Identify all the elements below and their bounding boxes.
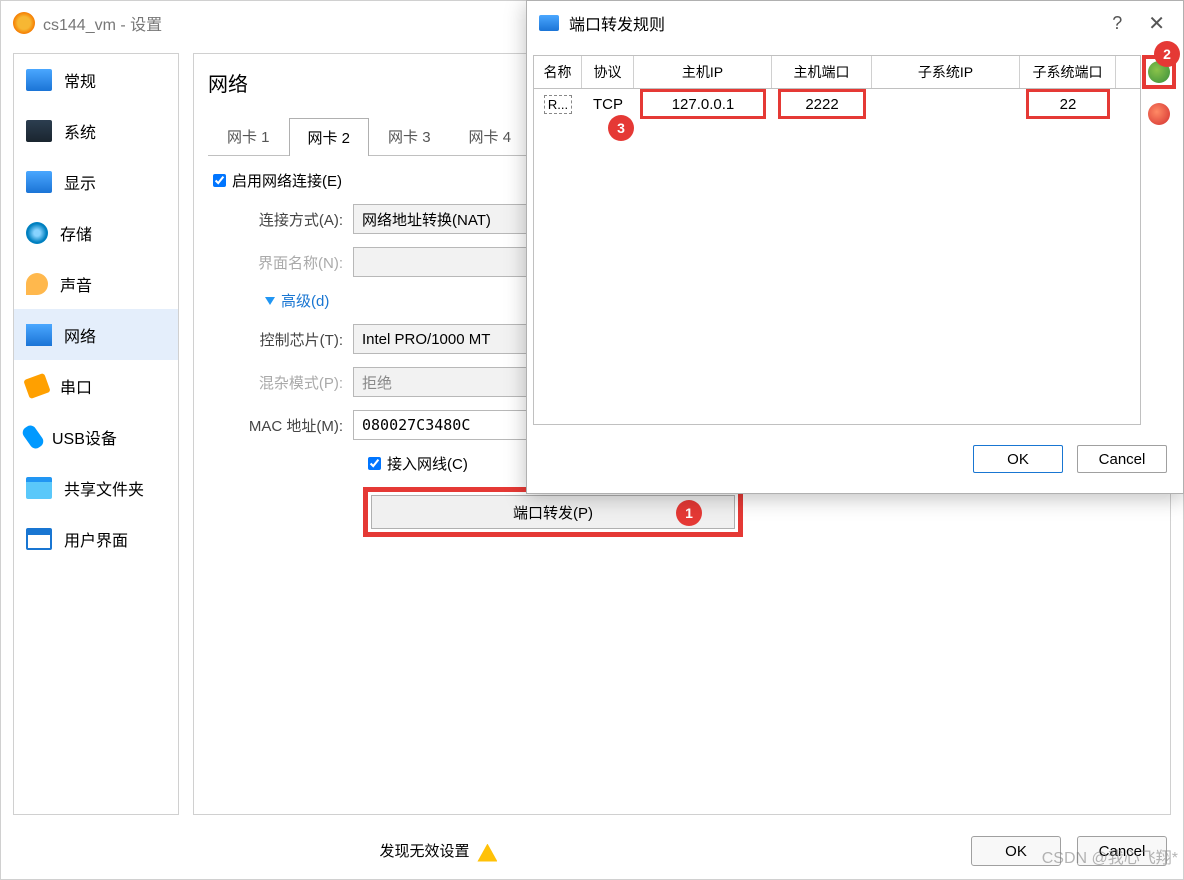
folder-icon — [26, 477, 52, 499]
sidebar-item-label: 存储 — [60, 221, 92, 245]
sidebar-item-network[interactable]: 网络 — [14, 309, 178, 360]
sidebar-item-label: 共享文件夹 — [64, 476, 144, 500]
window-title: cs144_vm - 设置 — [43, 11, 162, 35]
main-footer: 发现无效设置 OK Cancel — [1, 823, 1183, 879]
promisc-select: 拒绝 — [353, 367, 553, 397]
grid-header: 名称 协议 主机IP 主机端口 子系统IP 子系统端口 — [534, 56, 1140, 89]
advanced-label: 高级(d) — [281, 290, 329, 311]
serial-icon — [23, 372, 51, 398]
network-icon — [26, 324, 52, 346]
iface-select — [353, 247, 553, 277]
add-rule-highlight: 2 — [1142, 55, 1176, 89]
port-forward-dialog: 端口转发规则 ? ✕ 名称 协议 主机IP 主机端口 子系统IP 子系统端口 R… — [526, 0, 1184, 494]
guest-port-highlight: 22 — [1026, 89, 1110, 119]
dialog-cancel-button[interactable]: Cancel — [1077, 445, 1167, 473]
watermark: CSDN @我心飞翔* — [1042, 844, 1178, 868]
close-button[interactable]: ✕ — [1142, 11, 1171, 36]
advanced-toggle[interactable]: 高级(d) — [265, 290, 329, 311]
col-name[interactable]: 名称 — [534, 56, 582, 88]
sidebar-item-ui[interactable]: 用户界面 — [14, 513, 178, 564]
sidebar-item-label: 用户界面 — [64, 527, 128, 551]
chip-icon — [26, 120, 52, 142]
tab-adapter3[interactable]: 网卡 3 — [369, 117, 450, 155]
cable-checkbox[interactable] — [368, 457, 381, 470]
warning-icon — [477, 844, 497, 862]
sidebar-item-display[interactable]: 显示 — [14, 156, 178, 207]
rules-grid: 名称 协议 主机IP 主机端口 子系统IP 子系统端口 R... TCP 127… — [533, 55, 1141, 425]
col-guest-ip[interactable]: 子系统IP — [872, 56, 1020, 88]
monitor-icon — [539, 15, 559, 31]
host-port-highlight: 2222 — [778, 89, 866, 119]
dialog-title: 端口转发规则 — [569, 11, 665, 35]
annotation-3: 3 — [608, 115, 634, 141]
cell-host-ip[interactable]: 127.0.0.1 — [672, 96, 735, 113]
cell-guest-port[interactable]: 22 — [1060, 96, 1077, 113]
sidebar-item-label: USB设备 — [52, 425, 117, 449]
help-button[interactable]: ? — [1112, 13, 1122, 34]
invalid-settings-text: 发现无效设置 — [379, 840, 497, 861]
sidebar-item-shared[interactable]: 共享文件夹 — [14, 462, 178, 513]
sidebar: 常规 系统 显示 存储 声音 网络 串口 USB设备 共享文件夹 用户界面 — [13, 53, 179, 815]
triangle-down-icon — [265, 297, 275, 305]
cell-protocol[interactable]: TCP — [582, 94, 634, 115]
host-ip-highlight: 127.0.0.1 — [640, 89, 766, 119]
sidebar-item-storage[interactable]: 存储 — [14, 207, 178, 258]
window-icon — [26, 528, 52, 550]
attach-label: 连接方式(A): — [208, 209, 353, 230]
sidebar-item-general[interactable]: 常规 — [14, 54, 178, 105]
dialog-titlebar: 端口转发规则 ? ✕ — [527, 1, 1183, 45]
attach-select[interactable]: 网络地址转换(NAT) — [353, 204, 553, 234]
cell-name[interactable]: R... — [534, 94, 582, 115]
col-host-ip[interactable]: 主机IP — [634, 56, 772, 88]
sidebar-item-audio[interactable]: 声音 — [14, 258, 178, 309]
annotation-1: 1 — [676, 500, 702, 526]
enable-network-label: 启用网络连接(E) — [232, 170, 342, 191]
sidebar-item-usb[interactable]: USB设备 — [14, 411, 178, 462]
monitor-icon — [26, 69, 52, 91]
tab-adapter4[interactable]: 网卡 4 — [450, 117, 531, 155]
enable-network-checkbox[interactable] — [213, 174, 226, 187]
display-icon — [26, 171, 52, 193]
port-forward-highlight: 端口转发(P) 1 — [363, 487, 743, 537]
sidebar-item-system[interactable]: 系统 — [14, 105, 178, 156]
col-guest-port[interactable]: 子系统端口 — [1020, 56, 1116, 88]
dialog-toolbar: 2 — [1141, 55, 1177, 425]
sidebar-item-label: 显示 — [64, 170, 96, 194]
cell-guest-ip[interactable] — [872, 102, 1020, 106]
sidebar-item-label: 网络 — [64, 323, 96, 347]
col-protocol[interactable]: 协议 — [582, 56, 634, 88]
sidebar-item-label: 串口 — [60, 374, 92, 398]
iface-label: 界面名称(N): — [208, 252, 353, 273]
disk-icon — [26, 222, 48, 244]
dialog-footer: OK Cancel — [527, 435, 1183, 483]
usb-icon — [20, 423, 45, 451]
chip-label: 控制芯片(T): — [208, 329, 353, 350]
tab-adapter1[interactable]: 网卡 1 — [208, 117, 289, 155]
delete-rule-button[interactable] — [1148, 103, 1170, 125]
cell-host-port[interactable]: 2222 — [805, 96, 838, 113]
annotation-2: 2 — [1154, 41, 1180, 67]
cable-label: 接入网线(C) — [387, 453, 468, 474]
gear-icon — [13, 12, 35, 34]
sidebar-item-label: 常规 — [64, 68, 96, 92]
rule-row[interactable]: R... TCP 127.0.0.1 2222 22 — [534, 89, 1140, 119]
mac-label: MAC 地址(M): — [208, 415, 353, 436]
promisc-label: 混杂模式(P): — [208, 372, 353, 393]
sidebar-item-label: 系统 — [64, 119, 96, 143]
dialog-ok-button[interactable]: OK — [973, 445, 1063, 473]
tab-adapter2[interactable]: 网卡 2 — [289, 118, 370, 156]
speaker-icon — [26, 273, 48, 295]
col-host-port[interactable]: 主机端口 — [772, 56, 872, 88]
sidebar-item-serial[interactable]: 串口 — [14, 360, 178, 411]
sidebar-item-label: 声音 — [60, 272, 92, 296]
chip-select[interactable]: Intel PRO/1000 MT — [353, 324, 553, 354]
